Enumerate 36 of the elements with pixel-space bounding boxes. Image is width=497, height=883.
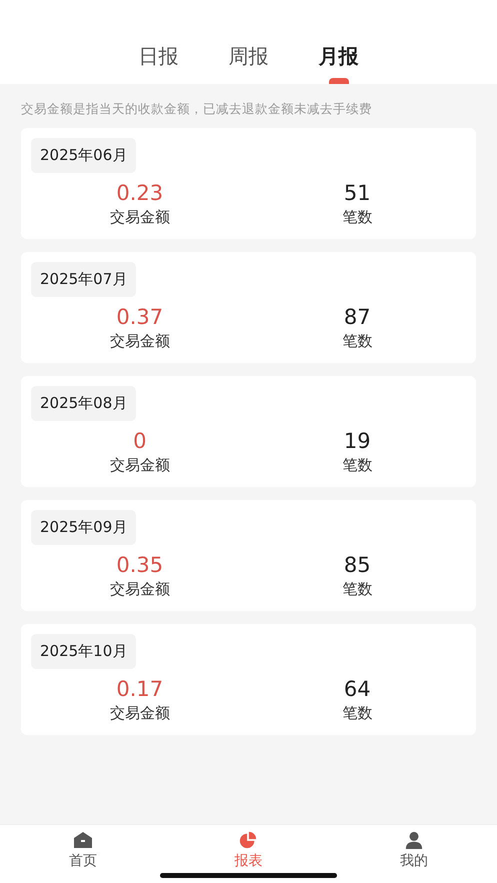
count-label: 笔数 <box>342 704 372 723</box>
home-icon <box>72 831 93 849</box>
nav-item[interactable]: 我的 <box>374 825 454 871</box>
amount-value: 0.37 <box>116 305 164 329</box>
amount-label: 交易金额 <box>110 208 170 227</box>
month-label: 2025年10月 <box>31 634 136 669</box>
amount-label: 交易金额 <box>110 580 170 599</box>
tab-indicator <box>328 78 348 84</box>
nav-item[interactable]: 报表 <box>208 825 288 871</box>
count-label: 笔数 <box>342 208 372 227</box>
report-tab[interactable]: 月报 <box>318 43 358 84</box>
count-value: 51 <box>344 181 371 205</box>
month-label: 2025年08月 <box>31 386 136 421</box>
report-tab[interactable]: 日报 <box>138 43 178 84</box>
count-value: 19 <box>344 429 371 453</box>
note-text: 交易金额是指当天的收款金额，已减去退款金额未减去手续费 <box>21 100 373 118</box>
month-label: 2025年09月 <box>31 510 136 545</box>
count-value: 64 <box>344 677 371 701</box>
amount-label: 交易金额 <box>110 332 170 351</box>
user-icon <box>404 831 424 849</box>
month-label: 2025年07月 <box>31 262 136 297</box>
amount-label: 交易金额 <box>110 456 170 475</box>
count-value: 87 <box>344 305 371 329</box>
count-value: 85 <box>344 553 371 577</box>
amount-value: 0 <box>133 429 146 453</box>
amount-value: 0.35 <box>116 553 164 577</box>
amount-value: 0.23 <box>116 181 164 205</box>
count-label: 笔数 <box>342 332 372 351</box>
month-label: 2025年06月 <box>31 138 136 173</box>
amount-label: 交易金额 <box>110 704 170 723</box>
nav-item[interactable]: 首页 <box>42 825 123 871</box>
report-tab[interactable]: 周报 <box>228 43 268 84</box>
count-label: 笔数 <box>342 456 372 475</box>
count-label: 笔数 <box>342 580 372 599</box>
amount-value: 0.17 <box>116 677 164 701</box>
pie-chart-icon <box>238 831 258 849</box>
